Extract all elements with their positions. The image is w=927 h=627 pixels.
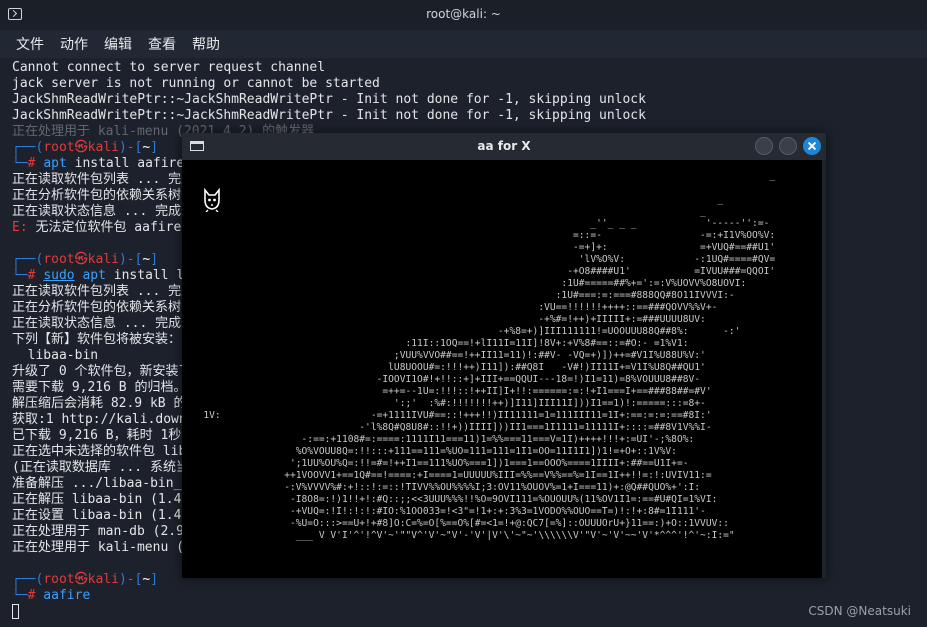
output-line: JackShmReadWritePtr::~JackShmReadWritePt… [12,108,646,123]
output-line: 正在读取状态信息 ... 完成 [12,316,182,331]
output-line: 下列【新】软件包将被安装： [12,332,182,347]
ascii-fire-art: _ _ _ _''_ _ _ '-----'':=- =::=- -=:+I1V… [203,170,776,541]
menu-view[interactable]: 查看 [148,34,176,54]
text-cursor [12,604,19,619]
watermark: CSDN @Neatsuki [808,604,911,618]
aa-window[interactable]: aa for X _ _ _ _''_ _ _ '-----'':=- =::=… [182,133,826,578]
prompt-line: ┌──(root㉿kali)-[~] [12,140,159,155]
output-line: libaa-bin [12,348,99,363]
maximize-button[interactable] [779,137,797,155]
output-line: jack server is not running or cannot be … [12,76,380,91]
prompt-line: ┌──(root㉿kali)-[~] [12,252,159,267]
close-button[interactable] [803,137,821,155]
output-line: Cannot connect to server request channel [12,60,326,75]
menu-help[interactable]: 帮助 [192,34,220,54]
menu-edit[interactable]: 编辑 [104,34,132,54]
menu-file[interactable]: 文件 [16,34,44,54]
window-title: root@kali: ~ [426,7,501,21]
output-line: 正在读取软件包列表 ... 完成 [12,172,195,187]
command-line: └─# aafire [12,588,91,603]
aa-titlebar[interactable]: aa for X [182,133,826,160]
prompt-line: ┌──(root㉿kali)-[~] [12,572,159,587]
aa-canvas: _ _ _ _''_ _ _ '-----'':=- =::=- -=:+I1V… [182,160,822,578]
error-line: E: 无法定位软件包 aafire [12,220,182,235]
output-line: 需要下载 9,216 B 的归档。 [12,380,187,395]
aa-window-title: aa for X [477,139,531,153]
output-line: 正在读取软件包列表 ... 完成 [12,284,195,299]
command-line: └─# apt install aafire [12,156,185,171]
output-line: 正在读取状态信息 ... 完成 [12,204,182,219]
minimize-button[interactable] [755,137,773,155]
menu-action[interactable]: 动作 [60,34,88,54]
menu-bar: 文件 动作 编辑 查看 帮助 [0,30,927,56]
terminal-titlebar: root@kali: ~ [0,0,927,30]
output-line: JackShmReadWritePtr::~JackShmReadWritePt… [12,92,646,107]
